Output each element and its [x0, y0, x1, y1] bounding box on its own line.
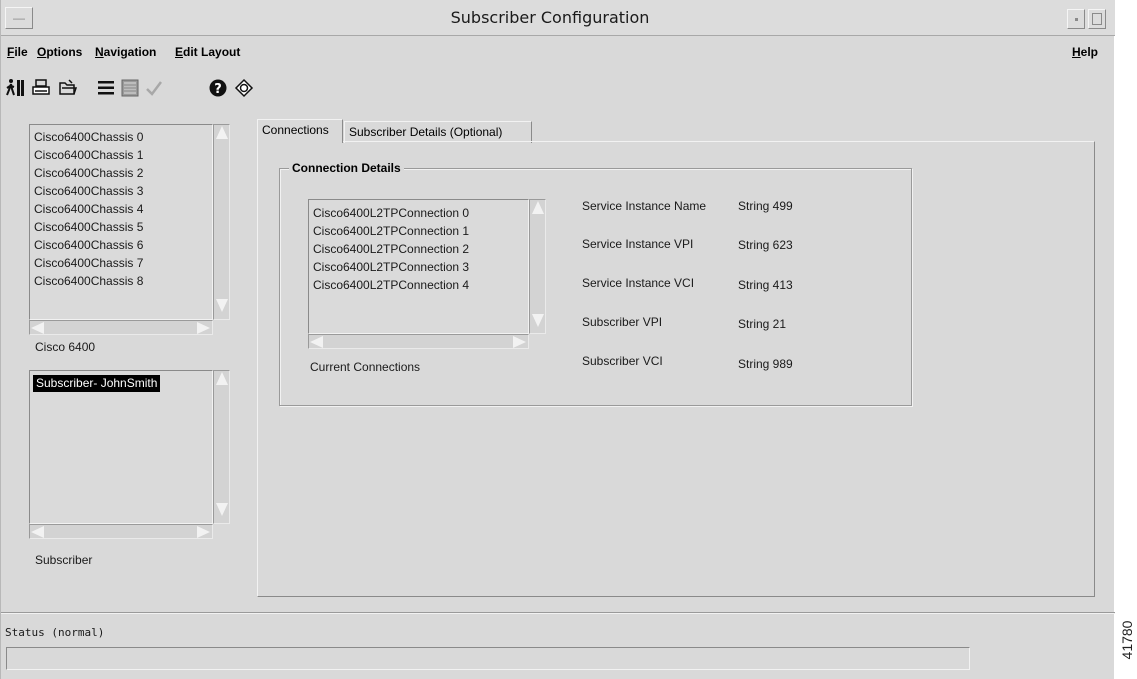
details-icon[interactable]: [119, 77, 141, 99]
chassis-vertical-scrollbar[interactable]: [213, 124, 230, 320]
list-item[interactable]: Cisco6400Chassis 7: [34, 255, 143, 272]
connection-details-title: Connection Details: [289, 161, 404, 175]
checkmark-icon[interactable]: [143, 77, 165, 99]
scroll-right-arrow-icon[interactable]: [513, 336, 526, 348]
subscriber-caption: Subscriber: [35, 553, 93, 567]
service-instance-name-value: String 499: [738, 199, 793, 213]
list-item[interactable]: Cisco6400Chassis 2: [34, 165, 143, 182]
list-item[interactable]: Cisco6400Chassis 5: [34, 219, 143, 236]
service-instance-vpi-value: String 623: [738, 238, 793, 252]
subscriber-list[interactable]: Subscriber- JohnSmith: [29, 370, 213, 524]
subscriber-vertical-scrollbar[interactable]: [213, 370, 230, 524]
chassis-horizontal-scrollbar[interactable]: [29, 320, 213, 335]
service-instance-name-label: Service Instance Name: [582, 199, 707, 213]
status-separator: [1, 612, 1115, 614]
list-item[interactable]: Cisco6400L2TPConnection 0: [313, 205, 469, 222]
list-item-selected[interactable]: Subscriber- JohnSmith: [33, 375, 161, 392]
current-connections-caption: Current Connections: [310, 360, 421, 374]
status-field: [6, 647, 970, 670]
menu-options[interactable]: Options: [37, 45, 82, 59]
scroll-down-arrow-icon[interactable]: [216, 299, 228, 312]
menu-bar: File Options Navigation Edit Layout Help: [1, 40, 1115, 64]
subscriber-horizontal-scrollbar[interactable]: [29, 524, 213, 539]
scroll-left-arrow-icon[interactable]: [310, 336, 323, 348]
list-item[interactable]: Cisco6400Chassis 0: [34, 129, 143, 146]
help-icon[interactable]: ?: [207, 77, 229, 99]
menu-file[interactable]: File: [7, 45, 28, 59]
list-item[interactable]: Cisco6400Chassis 1: [34, 147, 143, 164]
scroll-right-arrow-icon[interactable]: [197, 526, 210, 538]
subscriber-vci-value: String 989: [738, 357, 793, 371]
scroll-left-arrow-icon[interactable]: [31, 322, 44, 334]
status-label: Status (normal): [5, 626, 105, 639]
figure-id: 41780: [1119, 620, 1135, 660]
tab-connections[interactable]: Connections: [257, 119, 343, 143]
connections-horizontal-scrollbar[interactable]: [308, 334, 529, 349]
subscriber-configuration-window: — Subscriber Configuration File Options …: [0, 0, 1115, 679]
minimize-button[interactable]: [1067, 9, 1085, 29]
subscriber-vpi-value: String 21: [738, 317, 787, 331]
svg-text:?: ?: [214, 82, 222, 97]
maximize-button[interactable]: [1088, 9, 1106, 29]
list-item[interactable]: Cisco6400L2TPConnection 4: [313, 277, 469, 294]
subscriber-vci-label: Subscriber VCI: [582, 354, 663, 368]
scroll-left-arrow-icon[interactable]: [31, 526, 44, 538]
connections-list[interactable]: Cisco6400L2TPConnection 0 Cisco6400L2TPC…: [308, 199, 529, 334]
service-instance-vpi-label: Service Instance VPI: [582, 237, 694, 251]
scroll-down-arrow-icon[interactable]: [216, 503, 228, 516]
scroll-up-arrow-icon[interactable]: [216, 126, 228, 139]
chassis-caption: Cisco 6400: [35, 340, 96, 354]
menu-edit-layout[interactable]: Edit Layout: [175, 45, 240, 59]
menu-navigation[interactable]: Navigation: [95, 45, 156, 59]
toolbar: ?: [1, 77, 401, 105]
list-item[interactable]: Cisco6400Chassis 4: [34, 201, 143, 218]
subscriber-vpi-label: Subscriber VPI: [582, 315, 663, 329]
scroll-up-arrow-icon[interactable]: [216, 372, 228, 385]
scroll-right-arrow-icon[interactable]: [197, 322, 210, 334]
scroll-up-arrow-icon[interactable]: [532, 201, 544, 214]
list-item[interactable]: Cisco6400L2TPConnection 1: [313, 223, 469, 240]
menu-help[interactable]: Help: [1072, 45, 1098, 59]
tab-subscriber-details[interactable]: Subscriber Details (Optional): [344, 121, 532, 143]
service-instance-vci-value: String 413: [738, 278, 793, 292]
list-item[interactable]: Cisco6400L2TPConnection 2: [313, 241, 469, 258]
list-item[interactable]: Cisco6400L2TPConnection 3: [313, 259, 469, 276]
chassis-list[interactable]: Cisco6400Chassis 0 Cisco6400Chassis 1 Ci…: [29, 124, 213, 320]
list-icon[interactable]: [95, 77, 117, 99]
refresh-icon[interactable]: [233, 77, 255, 99]
list-item[interactable]: Cisco6400Chassis 6: [34, 237, 143, 254]
service-instance-vci-label: Service Instance VCI: [582, 276, 695, 290]
window-title: Subscriber Configuration: [450, 8, 650, 27]
open-folder-icon[interactable]: [57, 77, 79, 99]
title-bar: — Subscriber Configuration: [1, 0, 1115, 36]
scroll-down-arrow-icon[interactable]: [532, 314, 544, 327]
list-item[interactable]: Cisco6400Chassis 3: [34, 183, 143, 200]
window-menu-button[interactable]: —: [5, 7, 33, 29]
exit-icon[interactable]: [5, 77, 27, 99]
connections-vertical-scrollbar[interactable]: [529, 199, 546, 334]
print-icon[interactable]: [30, 77, 52, 99]
list-item[interactable]: Cisco6400Chassis 8: [34, 273, 143, 290]
